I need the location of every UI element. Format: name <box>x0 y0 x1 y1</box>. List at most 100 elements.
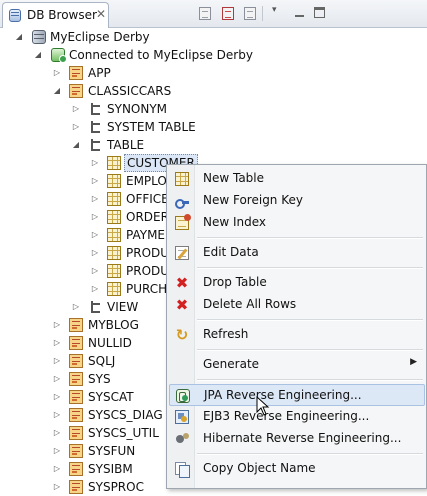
tree-node-table[interactable]: ▷ OFFICE <box>0 190 169 208</box>
minimize-icon[interactable] <box>294 7 305 18</box>
menu-item-copy-object-name[interactable]: Copy Object Name <box>169 458 425 480</box>
tree-node-schema[interactable]: ◢ CLASSICCARS <box>0 82 427 100</box>
collapsed-arrow-icon[interactable]: ▷ <box>52 352 62 370</box>
tree-node-folder[interactable]: ◢ TABLE <box>0 136 427 154</box>
tree-node-table[interactable]: ▷ ORDERD <box>0 208 178 226</box>
view-menu-dropdown-icon[interactable]: ▾ <box>272 5 277 15</box>
tree-node-label: VIEW <box>107 300 139 314</box>
tree-node-schema[interactable]: ▷ SYSPROC <box>0 478 166 496</box>
table-icon <box>107 228 121 242</box>
tab-db-browser[interactable]: DB Browser ✕ <box>2 2 109 28</box>
menu-item-new-foreign-key[interactable]: New Foreign Key <box>169 190 425 212</box>
tree-node-schema[interactable]: ▷ NULLID <box>0 334 166 352</box>
tree-node-table[interactable]: ▷ PAYMEN <box>0 226 174 244</box>
hibernate-icon <box>175 432 189 446</box>
menu-item-delete-all-rows[interactable]: ✖ Delete All Rows <box>169 294 425 316</box>
expanded-arrow-icon[interactable]: ◢ <box>33 46 43 64</box>
tab-label: DB Browser <box>27 8 97 22</box>
schema-icon <box>69 462 83 476</box>
menu-item-label: Drop Table <box>203 275 267 289</box>
maximize-icon[interactable] <box>314 7 325 18</box>
menu-item-label: Edit Data <box>203 245 259 259</box>
collapsed-arrow-icon[interactable]: ▷ <box>90 280 100 298</box>
collapsed-arrow-icon[interactable]: ▷ <box>90 226 100 244</box>
tree-node-root[interactable]: ◢ MyEclipse Derby <box>0 28 427 46</box>
tree-node-table[interactable]: ▷ PRODUC <box>0 262 177 280</box>
copy-icon <box>175 462 190 478</box>
ejb3-icon <box>175 410 189 424</box>
collapsed-arrow-icon[interactable]: ▷ <box>90 244 100 262</box>
tree-node-connection[interactable]: ◢ Connected to MyEclipse Derby <box>0 46 427 64</box>
collapsed-arrow-icon[interactable]: ▷ <box>52 406 62 424</box>
collapsed-arrow-icon[interactable]: ▷ <box>71 298 81 316</box>
tree-node-schema[interactable]: ▷ SQLJ <box>0 352 166 370</box>
jpa-icon <box>176 389 190 403</box>
close-icon[interactable]: ✕ <box>95 7 107 21</box>
collapsed-arrow-icon[interactable]: ▷ <box>90 154 100 172</box>
index-icon <box>175 214 191 230</box>
folder-icon <box>89 120 101 134</box>
tree-node-schema[interactable]: ▷ SYSCS_DIAG <box>0 406 166 424</box>
menu-item-edit-data[interactable]: Edit Data <box>169 242 425 264</box>
menu-item-drop-table[interactable]: ✖ Drop Table <box>169 272 425 294</box>
menu-item-ejb3-reverse-engineering[interactable]: EJB3 Reverse Engineering... <box>169 406 425 428</box>
collapsed-arrow-icon[interactable]: ▷ <box>90 262 100 280</box>
table-icon <box>107 156 121 170</box>
expanded-arrow-icon[interactable]: ◢ <box>52 82 62 100</box>
tree-node-table[interactable]: ▷ PURCHA <box>0 280 175 298</box>
submenu-arrow-icon: ▶ <box>410 357 417 367</box>
menu-item-new-table[interactable]: New Table <box>169 168 425 190</box>
tree-node-folder[interactable]: ▷ VIEW <box>0 298 166 316</box>
menu-item-jpa-reverse-engineering[interactable]: JPA Reverse Engineering... <box>169 384 425 406</box>
tree-node-table[interactable]: ▷ PRODUC <box>0 244 177 262</box>
tree-node-schema[interactable]: ▷ SYSCAT <box>0 388 166 406</box>
tree-node-schema[interactable]: ▷ SYSCS_UTIL <box>0 424 166 442</box>
collapsed-arrow-icon[interactable]: ▷ <box>90 208 100 226</box>
collapsed-arrow-icon[interactable]: ▷ <box>52 442 62 460</box>
tree-node-label: SYS <box>88 372 111 386</box>
tree-node-table[interactable]: ▷ EMPLOY <box>0 172 174 190</box>
collapsed-arrow-icon[interactable]: ▷ <box>52 460 62 478</box>
tree-node-folder[interactable]: ▷ SYSTEM TABLE <box>0 118 427 136</box>
collapsed-arrow-icon[interactable]: ▷ <box>90 172 100 190</box>
tree-node-schema[interactable]: ▷ APP <box>0 64 427 82</box>
disconnect-icon[interactable] <box>244 7 256 20</box>
collapsed-arrow-icon[interactable]: ▷ <box>52 334 62 352</box>
tree-node-label: SQLJ <box>88 354 116 368</box>
context-menu: New Table New Foreign Key New Index Edit… <box>166 164 427 489</box>
delete-icon: ✖ <box>175 296 189 314</box>
menu-item-new-index[interactable]: New Index <box>169 212 425 234</box>
tree-node-label: TABLE <box>107 138 145 152</box>
tree-node-schema[interactable]: ▷ MYBLOG <box>0 316 166 334</box>
collapsed-arrow-icon[interactable]: ▷ <box>52 424 62 442</box>
expanded-arrow-icon[interactable]: ◢ <box>71 136 81 154</box>
tree-node-label: SYSIBM <box>88 462 133 476</box>
collapsed-arrow-icon[interactable]: ▷ <box>52 64 62 82</box>
tree-node-schema[interactable]: ▷ SYSIBM <box>0 460 166 478</box>
schema-icon <box>69 354 83 368</box>
expanded-arrow-icon[interactable]: ◢ <box>14 28 24 46</box>
tree-node-schema[interactable]: ▷ SYS <box>0 370 166 388</box>
collapsed-arrow-icon[interactable]: ▷ <box>52 478 62 496</box>
collapsed-arrow-icon[interactable]: ▷ <box>90 190 100 208</box>
collapsed-arrow-icon[interactable]: ▷ <box>52 316 62 334</box>
menu-item-refresh[interactable]: ↻ Refresh <box>169 324 425 346</box>
schema-icon <box>69 84 83 98</box>
schema-icon <box>69 66 83 80</box>
schema-icon <box>69 318 83 332</box>
collapsed-arrow-icon[interactable]: ▷ <box>71 118 81 136</box>
schema-icon <box>69 390 83 404</box>
open-connection-icon[interactable] <box>222 7 234 20</box>
menu-item-hibernate-reverse-engineering[interactable]: Hibernate Reverse Engineering... <box>169 428 425 450</box>
tree-node-label: SYSCS_UTIL <box>88 426 159 440</box>
collapsed-arrow-icon[interactable]: ▷ <box>52 370 62 388</box>
tree-node-table[interactable]: ▷ CUSTOMER <box>0 154 198 172</box>
menu-item-label: JPA Reverse Engineering... <box>204 388 362 402</box>
tree-node-schema[interactable]: ▷ SYSFUN <box>0 442 166 460</box>
new-connection-icon[interactable] <box>199 7 211 20</box>
menu-item-generate[interactable]: Generate ▶ <box>169 354 425 376</box>
foreign-key-icon <box>175 194 189 209</box>
tree-node-folder[interactable]: ▷ SYNONYM <box>0 100 427 118</box>
collapsed-arrow-icon[interactable]: ▷ <box>52 388 62 406</box>
collapsed-arrow-icon[interactable]: ▷ <box>71 100 81 118</box>
